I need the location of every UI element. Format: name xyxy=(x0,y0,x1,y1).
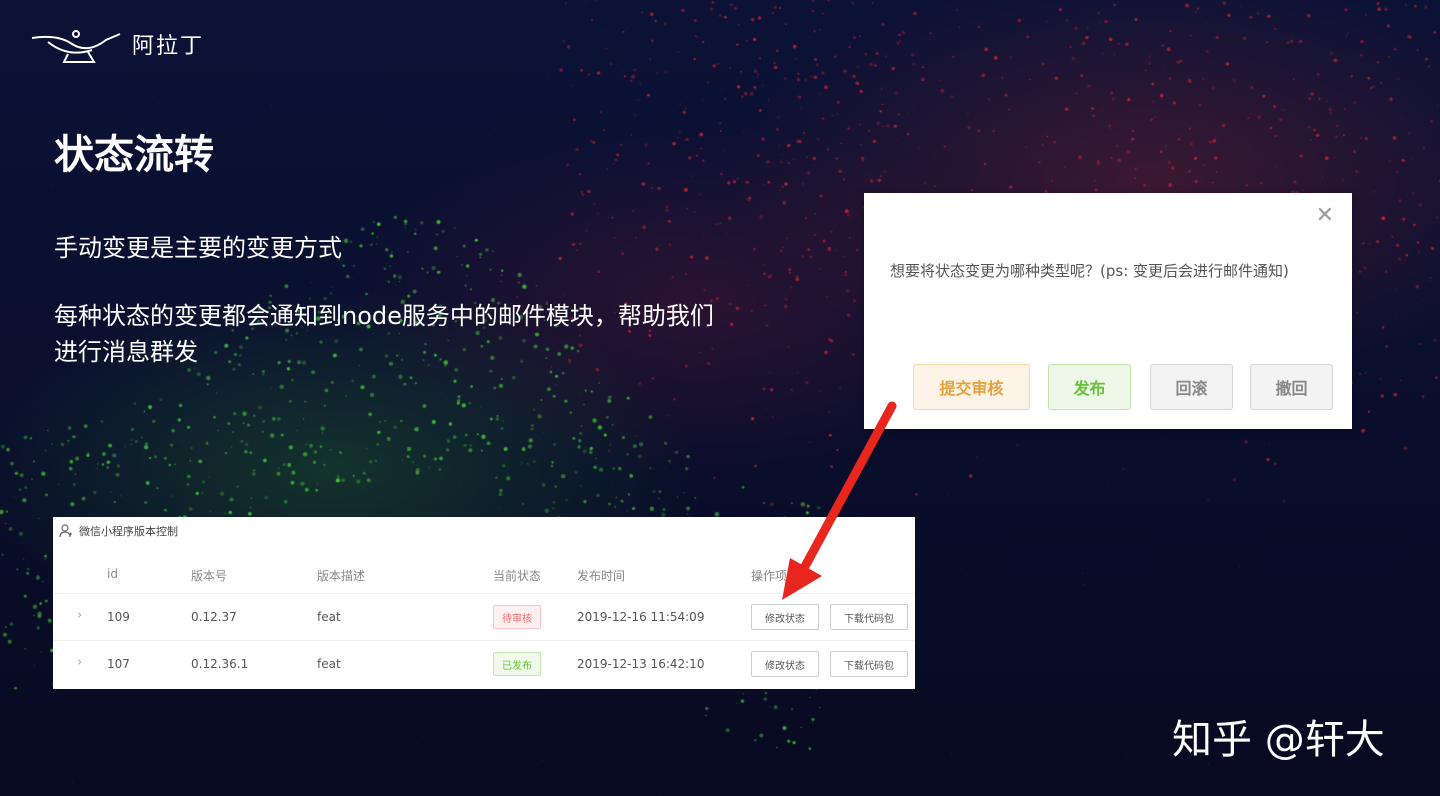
modify-status-button[interactable]: 修改状态 xyxy=(751,651,819,677)
expand-icon[interactable]: › xyxy=(77,655,82,670)
slide-line-1: 手动变更是主要的变更方式 xyxy=(54,234,342,262)
publish-button[interactable]: 发布 xyxy=(1048,364,1131,410)
table-row: › 107 0.12.36.1 feat 已发布 2019-12-13 16:4… xyxy=(53,640,915,687)
status-badge: 已发布 xyxy=(493,652,541,676)
pointer-arrow-icon xyxy=(782,401,897,600)
row-version: 0.12.37 xyxy=(191,610,237,624)
expand-icon[interactable]: › xyxy=(77,608,82,623)
table-header-bar: 微信小程序版本控制 xyxy=(59,523,178,539)
brand-name: 阿拉丁 xyxy=(132,34,205,59)
watermark: 知乎 @轩大 xyxy=(1172,717,1385,763)
status-badge: 待审核 xyxy=(493,605,541,629)
revoke-button[interactable]: 撤回 xyxy=(1250,364,1333,410)
rollback-button[interactable]: 回滚 xyxy=(1150,364,1233,410)
row-id: 109 xyxy=(107,610,130,624)
slide-line-2: 每种状态的变更都会通知到node服务中的邮件模块，帮助我们进行消息群发 xyxy=(54,302,714,366)
row-description: feat xyxy=(317,657,341,671)
col-header-status: 当前状态 xyxy=(493,569,542,583)
close-icon[interactable]: ✕ xyxy=(1316,203,1334,228)
col-header-version: 版本号 xyxy=(191,569,228,583)
row-publish-time: 2019-12-13 16:42:10 xyxy=(577,657,705,671)
row-publish-time: 2019-12-16 11:54:09 xyxy=(577,610,705,624)
user-icon xyxy=(59,524,72,538)
table-title: 微信小程序版本控制 xyxy=(79,525,178,538)
brand-logo: 阿拉丁 xyxy=(28,24,204,64)
download-package-button[interactable]: 下载代码包 xyxy=(830,651,908,677)
row-version: 0.12.36.1 xyxy=(191,657,249,671)
submit-review-button[interactable]: 提交审核 xyxy=(913,364,1030,410)
col-header-description: 版本描述 xyxy=(317,569,366,583)
col-header-publish-time: 发布时间 xyxy=(577,569,626,583)
dialog-message: 想要将状态变更为哪种类型呢？(ps: 变更后会进行邮件通知) xyxy=(890,262,1289,280)
col-header-id: id xyxy=(107,567,118,581)
change-status-dialog: ✕ 想要将状态变更为哪种类型呢？(ps: 变更后会进行邮件通知) 提交审核 发布… xyxy=(864,193,1352,429)
magic-lamp-icon xyxy=(31,30,121,63)
row-id: 107 xyxy=(107,657,130,671)
slide-title: 状态流转 xyxy=(54,132,214,178)
row-description: feat xyxy=(317,610,341,624)
